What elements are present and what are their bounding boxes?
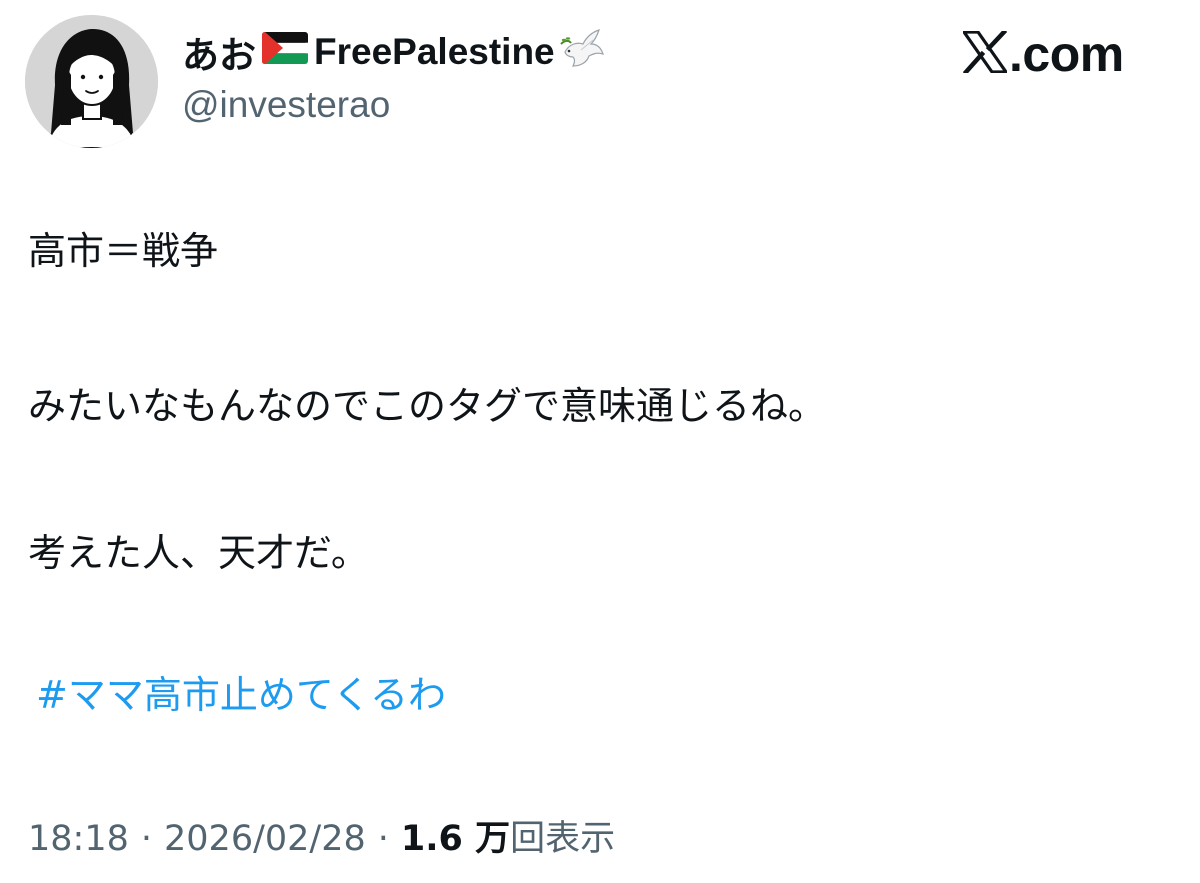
display-name-text: あお — [182, 35, 256, 76]
meta-separator: · — [140, 819, 153, 859]
avatar[interactable] — [25, 15, 158, 148]
meta-separator: · — [377, 819, 389, 859]
x-logo-text: .com — [1009, 26, 1124, 82]
user-avatar-illustration-icon — [25, 15, 158, 148]
palestine-flag-icon — [262, 31, 308, 73]
tweet-metadata: 18:18 · 2026/02/28 · 1.6 万 回表示 — [28, 810, 615, 861]
views-label: 回表示 — [510, 819, 616, 859]
tweet-line: みたいなもんなのでこのタグで意味通じるね。 — [28, 384, 827, 428]
hashtag-link[interactable]: #ママ高市止めてくるわ — [36, 672, 446, 720]
tweet-line: 考えた人、天才だ。 — [28, 531, 369, 575]
author-display-name[interactable]: あお FreePalestine — [182, 26, 605, 78]
x-brand-logo: .com — [962, 26, 1124, 82]
tweet-date[interactable]: 2026/02/28 — [164, 819, 366, 859]
dove-icon — [559, 26, 605, 79]
display-name-suffix: FreePalestine — [314, 31, 555, 72]
x-logo-icon — [962, 28, 1008, 78]
views-count: 1.6 万 — [400, 819, 511, 859]
tweet-time[interactable]: 18:18 — [28, 819, 129, 859]
author-handle[interactable]: @investerao — [182, 84, 390, 126]
tweet-line: 高市＝戦争 — [28, 229, 219, 273]
